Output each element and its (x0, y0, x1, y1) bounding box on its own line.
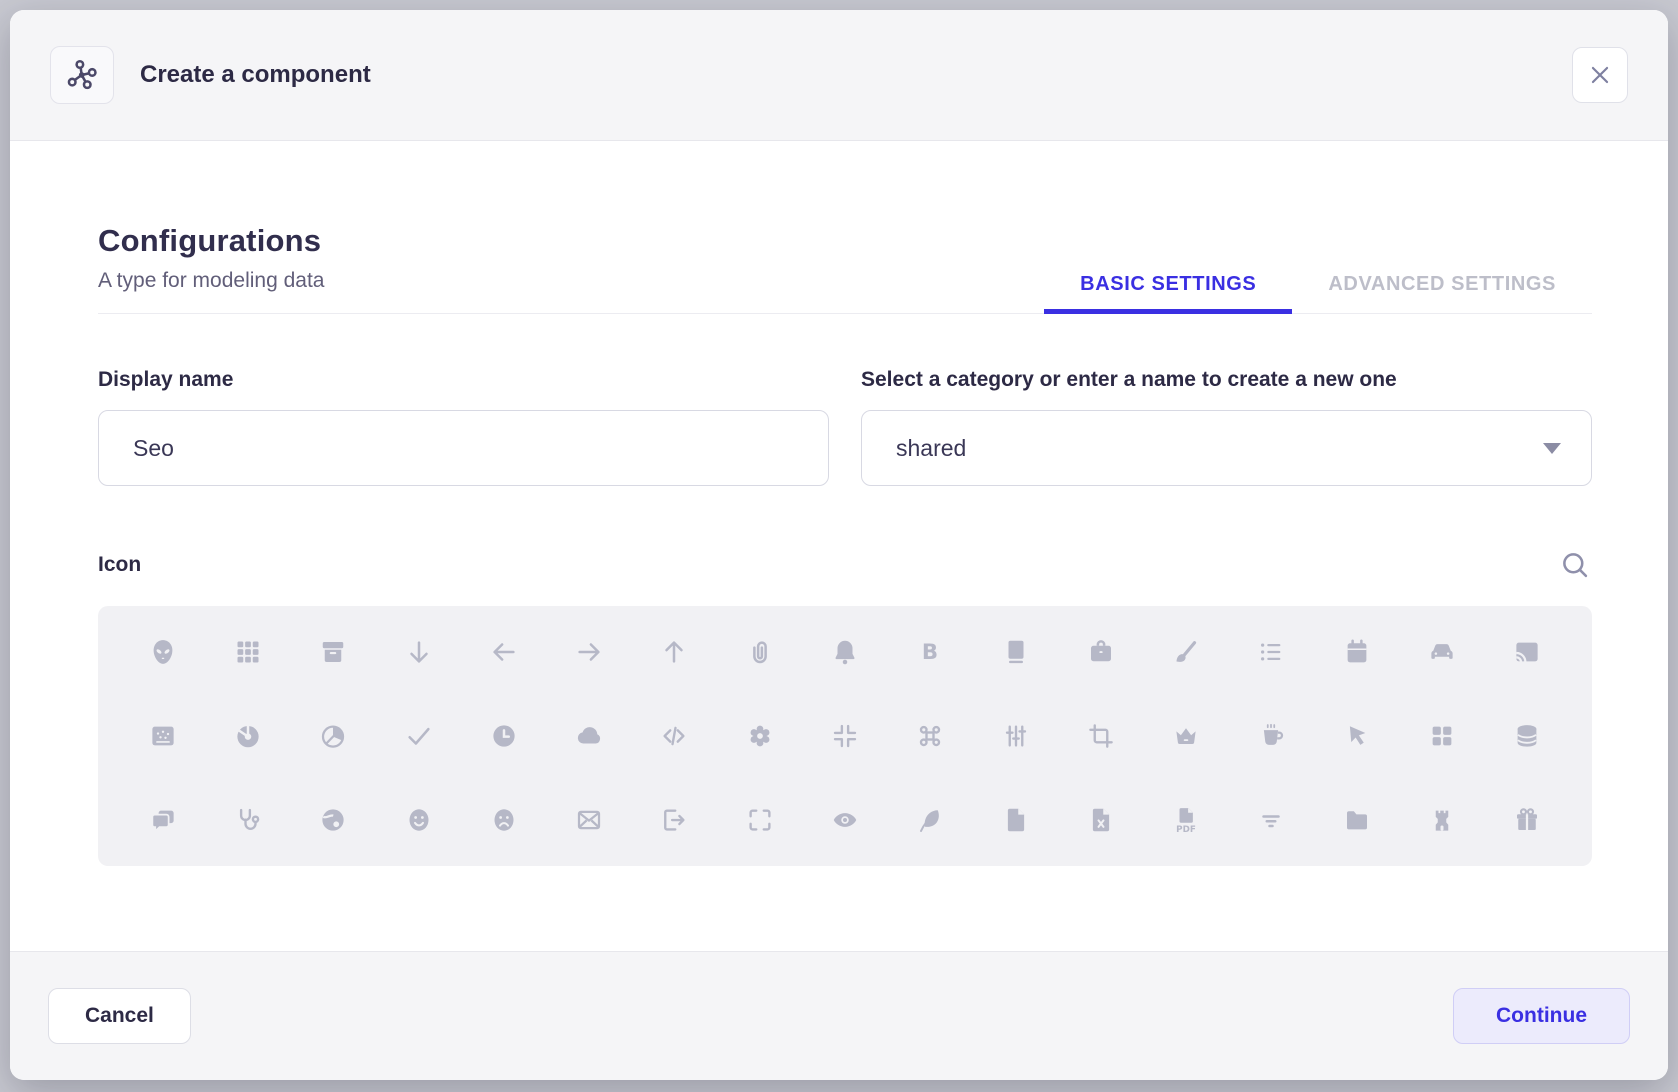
database-icon[interactable] (1485, 694, 1570, 778)
close-x-icon (1587, 62, 1613, 88)
dashboard-icon[interactable] (1399, 694, 1484, 778)
collapse-icon[interactable] (802, 694, 887, 778)
file-excel-icon[interactable] (1058, 778, 1143, 862)
display-name-input[interactable] (98, 410, 829, 486)
bold-icon[interactable] (888, 610, 973, 694)
eye-icon[interactable] (802, 778, 887, 862)
icon-picker-grid (98, 606, 1592, 866)
category-label: Select a category or enter a name to cre… (861, 368, 1592, 392)
dialog-body: Configurations A type for modeling data … (10, 141, 1668, 951)
cast-icon[interactable] (1485, 610, 1570, 694)
alien-icon[interactable] (120, 610, 205, 694)
car-icon[interactable] (1399, 610, 1484, 694)
archive-icon[interactable] (291, 610, 376, 694)
clock-icon[interactable] (461, 694, 546, 778)
cup-icon[interactable] (1229, 694, 1314, 778)
section-subtitle: A type for modeling data (98, 269, 324, 293)
emotion-sad-icon[interactable] (461, 778, 546, 862)
bulleted-list-icon[interactable] (1229, 610, 1314, 694)
component-molecule-icon (65, 58, 99, 92)
chalkboard-icon[interactable] (120, 694, 205, 778)
category-selected-value: shared (896, 435, 966, 462)
form-row: Display name Select a category or enter … (98, 368, 1592, 486)
emotion-happy-icon[interactable] (376, 778, 461, 862)
arrow-right-icon[interactable] (546, 610, 631, 694)
filter-icon[interactable] (1229, 778, 1314, 862)
file-pdf-icon[interactable] (1144, 778, 1229, 862)
category-field: Select a category or enter a name to cre… (861, 368, 1592, 486)
file-icon[interactable] (973, 778, 1058, 862)
earth-icon[interactable] (291, 778, 376, 862)
discussion-icon[interactable] (120, 778, 205, 862)
section-head: Configurations A type for modeling data … (98, 223, 1592, 314)
section-headings: Configurations A type for modeling data (98, 223, 324, 313)
section-title: Configurations (98, 223, 324, 259)
feather-icon[interactable] (888, 778, 973, 862)
close-button[interactable] (1572, 47, 1628, 103)
controls-icon[interactable] (973, 694, 1058, 778)
icon-search-button[interactable] (1558, 548, 1592, 582)
envelope-icon[interactable] (546, 778, 631, 862)
component-icon-box (50, 46, 114, 104)
code-icon[interactable] (632, 694, 717, 778)
chevron-down-icon (1543, 443, 1561, 454)
folder-icon[interactable] (1314, 778, 1399, 862)
brush-icon[interactable] (1144, 610, 1229, 694)
book-icon[interactable] (973, 610, 1058, 694)
arrow-up-icon[interactable] (632, 610, 717, 694)
briefcase-icon[interactable] (1058, 610, 1143, 694)
chart-pie-icon[interactable] (291, 694, 376, 778)
tab-advanced-settings[interactable]: ADVANCED SETTINGS (1292, 273, 1592, 313)
cloud-icon[interactable] (546, 694, 631, 778)
gift-icon[interactable] (1485, 778, 1570, 862)
expand-icon[interactable] (717, 778, 802, 862)
crown-icon[interactable] (1144, 694, 1229, 778)
crop-icon[interactable] (1058, 694, 1143, 778)
check-icon[interactable] (376, 694, 461, 778)
create-component-dialog: Create a component Configurations A type… (10, 10, 1668, 1080)
calendar-icon[interactable] (1314, 610, 1399, 694)
cancel-button[interactable]: Cancel (48, 988, 191, 1044)
exit-icon[interactable] (632, 778, 717, 862)
search-magnifier-icon (1558, 548, 1592, 582)
arrow-down-icon[interactable] (376, 610, 461, 694)
category-select[interactable]: shared (861, 410, 1592, 486)
fort-icon[interactable] (1399, 778, 1484, 862)
bell-icon[interactable] (802, 610, 887, 694)
doctor-icon[interactable] (205, 778, 290, 862)
display-name-field: Display name (98, 368, 829, 486)
chart-donut-icon[interactable] (205, 694, 290, 778)
icon-picker-header: Icon (98, 548, 1592, 582)
dialog-title: Create a component (140, 61, 371, 89)
continue-button[interactable]: Continue (1453, 988, 1630, 1044)
display-name-label: Display name (98, 368, 829, 392)
apps-icon[interactable] (205, 610, 290, 694)
cursor-icon[interactable] (1314, 694, 1399, 778)
dialog-header: Create a component (10, 10, 1668, 141)
dialog-footer: Cancel Continue (10, 951, 1668, 1080)
arrow-left-icon[interactable] (461, 610, 546, 694)
command-icon[interactable] (888, 694, 973, 778)
attachment-icon[interactable] (717, 610, 802, 694)
icon-label: Icon (98, 553, 141, 577)
cog-icon[interactable] (717, 694, 802, 778)
settings-tabs: BASIC SETTINGS ADVANCED SETTINGS (1044, 273, 1592, 313)
tab-basic-settings[interactable]: BASIC SETTINGS (1044, 273, 1292, 314)
